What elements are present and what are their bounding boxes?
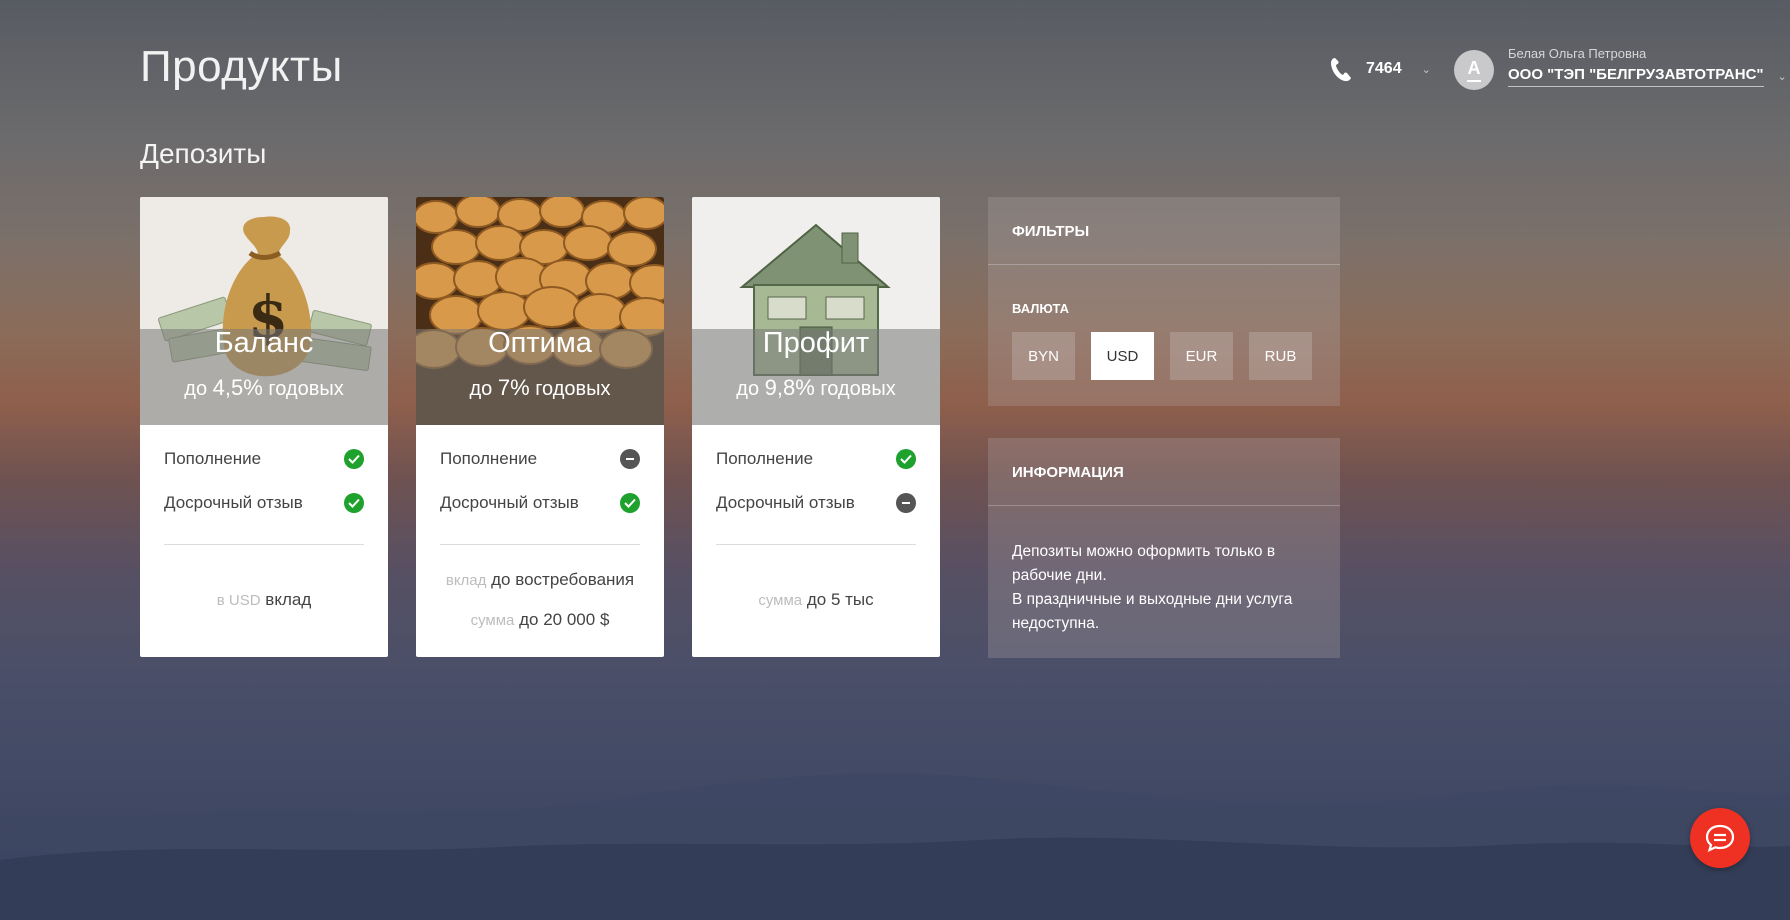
card-divider (440, 544, 640, 545)
feature-replenishment: Пополнение (440, 449, 640, 469)
rate-suffix: годовых (820, 378, 896, 400)
user-name: Белая Ольга Петровна (1508, 46, 1647, 61)
feature-label: Пополнение (440, 449, 538, 468)
rate-value: 4,5% (212, 375, 263, 400)
check-icon (620, 493, 640, 513)
footer-muted: вклад (445, 572, 487, 589)
currency-buttons: BYN USD EUR RUB (1012, 332, 1340, 380)
card-title: Профит (762, 327, 870, 359)
chat-button[interactable] (1690, 808, 1750, 868)
check-icon (344, 493, 364, 513)
card-image-money-house: Профит до 9,8% годовых (692, 197, 940, 425)
rate-value: 7% (497, 375, 530, 400)
card-rate: до 9,8% годовых (692, 375, 940, 401)
deposit-card-profit[interactable]: Профит до 9,8% годовых Пополнение Досроч… (692, 197, 940, 657)
filters-title: ФИЛЬТРЫ (988, 197, 1340, 265)
feature-label: Досрочный отзыв (716, 493, 855, 512)
info-panel: ИНФОРМАЦИЯ Депозиты можно оформить тольк… (988, 438, 1340, 658)
card-image-money-bag: $ Баланс до 4,5% годовых (140, 197, 388, 425)
card-footer-line: вклад до востребования (416, 570, 664, 590)
card-title: Баланс (214, 327, 314, 359)
currency-button-usd[interactable]: USD (1091, 332, 1154, 380)
phone-selector[interactable]: 7464 ⌄ (1330, 56, 1431, 82)
chevron-down-icon[interactable]: ⌄ (1778, 70, 1787, 83)
info-line: Депозиты можно оформить только в рабочие… (1012, 543, 1276, 584)
chevron-down-icon: ⌄ (1421, 63, 1431, 76)
feature-replenishment: Пополнение (716, 449, 916, 469)
section-title: Депозиты (140, 138, 267, 169)
user-organization[interactable]: ООО "ТЭП "БЕЛГРУЗАВТОТРАНС" (1508, 66, 1764, 87)
currency-label: ВАЛЮТА (1012, 301, 1070, 316)
feature-early-withdrawal: Досрочный отзыв (164, 493, 364, 513)
footer-muted: сумма (758, 592, 803, 609)
footer-muted: в USD (216, 592, 261, 609)
minus-icon (620, 449, 640, 469)
currency-button-byn[interactable]: BYN (1012, 332, 1075, 380)
card-divider (164, 544, 364, 545)
check-icon (896, 449, 916, 469)
info-text: Депозиты можно оформить только в рабочие… (988, 506, 1340, 636)
card-rate: до 4,5% годовых (140, 375, 388, 401)
feature-replenishment: Пополнение (164, 449, 364, 469)
avatar: А (1454, 50, 1494, 90)
rate-prefix: до (184, 378, 208, 400)
feature-label: Пополнение (716, 449, 814, 468)
deposit-card-optima[interactable]: Оптима до 7% годовых Пополнение Досрочны… (416, 197, 664, 657)
feature-early-withdrawal: Досрочный отзыв (716, 493, 916, 513)
deposit-card-balance[interactable]: $ Баланс до 4,5% годовых Пополнение Доср… (140, 197, 388, 657)
card-footer-line: сумма до 5 тыс (692, 590, 940, 610)
card-footer-line: сумма до 20 000 $ (416, 610, 664, 630)
footer-text: до востребования (491, 570, 635, 589)
phone-icon (1331, 58, 1351, 82)
card-image-coins: Оптима до 7% годовых (416, 197, 664, 425)
feature-label: Досрочный отзыв (440, 493, 579, 512)
card-rate: до 7% годовых (416, 375, 664, 401)
background-hills (0, 773, 1790, 920)
card-footer-line: в USD вклад (140, 590, 388, 610)
currency-button-rub[interactable]: RUB (1249, 332, 1312, 380)
rate-suffix: годовых (535, 378, 611, 400)
currency-button-eur[interactable]: EUR (1170, 332, 1233, 380)
card-title: Оптима (488, 327, 592, 359)
page-title: Продукты (140, 42, 343, 91)
feature-label: Пополнение (164, 449, 262, 468)
footer-text: вклад (265, 590, 312, 609)
rate-prefix: до (736, 378, 760, 400)
avatar-underline (1467, 80, 1481, 82)
rate-value: 9,8% (764, 375, 815, 400)
avatar-letter: А (1467, 58, 1481, 78)
minus-icon (896, 493, 916, 513)
footer-muted: сумма (470, 612, 515, 629)
feature-early-withdrawal: Досрочный отзыв (440, 493, 640, 513)
rate-prefix: до (469, 378, 493, 400)
feature-label: Досрочный отзыв (164, 493, 303, 512)
user-menu[interactable]: А Белая Ольга Петровна ООО "ТЭП "БЕЛГРУЗ… (1454, 46, 1787, 90)
footer-text: до 20 000 $ (519, 610, 610, 629)
filters-panel: ФИЛЬТРЫ ВАЛЮТА BYN USD EUR RUB (988, 197, 1340, 406)
footer-text: до 5 тыс (806, 590, 874, 609)
phone-number: 7464 (1366, 60, 1402, 77)
check-icon (344, 449, 364, 469)
rate-suffix: годовых (268, 378, 344, 400)
chat-icon (1705, 824, 1735, 852)
info-line: В праздничные и выходные дни услуга недо… (1012, 591, 1293, 632)
card-divider (716, 544, 916, 545)
info-title: ИНФОРМАЦИЯ (988, 438, 1340, 506)
